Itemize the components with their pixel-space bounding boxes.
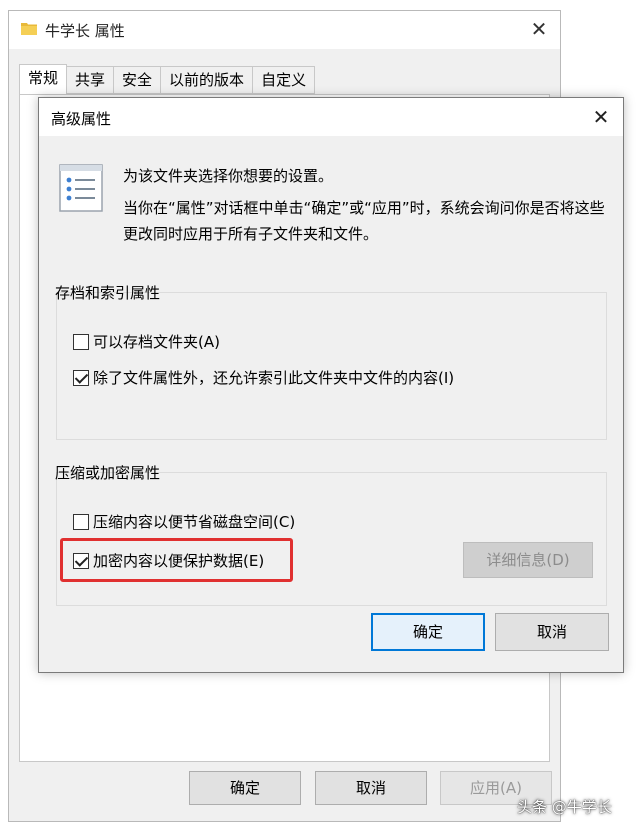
dialog-close-button[interactable]: ✕ xyxy=(589,105,613,129)
compress-option[interactable]: 压缩内容以便节省磁盘空间(C) xyxy=(73,511,295,532)
archive-folder-label: 可以存档文件夹(A) xyxy=(93,333,220,351)
compress-encrypt-group-title: 压缩或加密属性 xyxy=(55,464,161,482)
properties-close-button[interactable]: ✕ xyxy=(528,18,550,40)
index-content-option[interactable]: 除了文件属性外，还允许索引此文件夹中文件的内容(I) xyxy=(73,367,454,388)
tab-previous-versions[interactable]: 以前的版本 xyxy=(161,66,254,94)
tab-security[interactable]: 安全 xyxy=(114,66,162,94)
dialog-ok-button[interactable]: 确定 xyxy=(371,613,485,651)
advanced-attributes-dialog: 高级属性 ✕ 为该文件夹选择你想要的设置。 当你在“属性”对话框中单击“确定”或… xyxy=(38,97,624,673)
folder-icon xyxy=(21,23,37,35)
properties-tabs: 常规 共享 安全 以前的版本 自定义 xyxy=(19,64,316,95)
intro-text: 为该文件夹选择你想要的设置。 xyxy=(123,167,334,185)
settings-document-icon xyxy=(59,164,103,212)
compress-checkbox[interactable] xyxy=(73,513,89,530)
archive-index-group xyxy=(56,292,607,440)
watermark: 头条 @牛学长 xyxy=(517,798,612,816)
encrypt-highlight-box xyxy=(60,538,293,582)
tab-general[interactable]: 常规 xyxy=(19,64,68,95)
properties-ok-button[interactable]: 确定 xyxy=(189,771,301,805)
tab-sharing[interactable]: 共享 xyxy=(67,66,115,94)
index-content-label: 除了文件属性外，还允许索引此文件夹中文件的内容(I) xyxy=(93,369,455,387)
details-button[interactable]: 详细信息(D) xyxy=(463,542,593,578)
properties-cancel-button[interactable]: 取消 xyxy=(315,771,427,805)
dialog-titlebar: 高级属性 ✕ xyxy=(39,98,623,136)
index-content-checkbox[interactable] xyxy=(73,369,89,386)
dialog-title: 高级属性 xyxy=(51,110,112,128)
archive-folder-checkbox[interactable] xyxy=(73,333,89,350)
properties-titlebar: 牛学长 属性 ✕ xyxy=(9,11,560,49)
archive-folder-option[interactable]: 可以存档文件夹(A) xyxy=(73,331,220,352)
tab-customize[interactable]: 自定义 xyxy=(253,66,316,94)
intro-description: 当你在“属性”对话框中单击“确定”或“应用”时，系统会询问你是否将这些更改同时应… xyxy=(123,199,605,243)
properties-title: 牛学长 属性 xyxy=(45,22,125,40)
archive-index-group-title: 存档和索引属性 xyxy=(55,284,161,302)
dialog-cancel-button[interactable]: 取消 xyxy=(495,613,609,651)
compress-label: 压缩内容以便节省磁盘空间(C) xyxy=(93,513,296,531)
